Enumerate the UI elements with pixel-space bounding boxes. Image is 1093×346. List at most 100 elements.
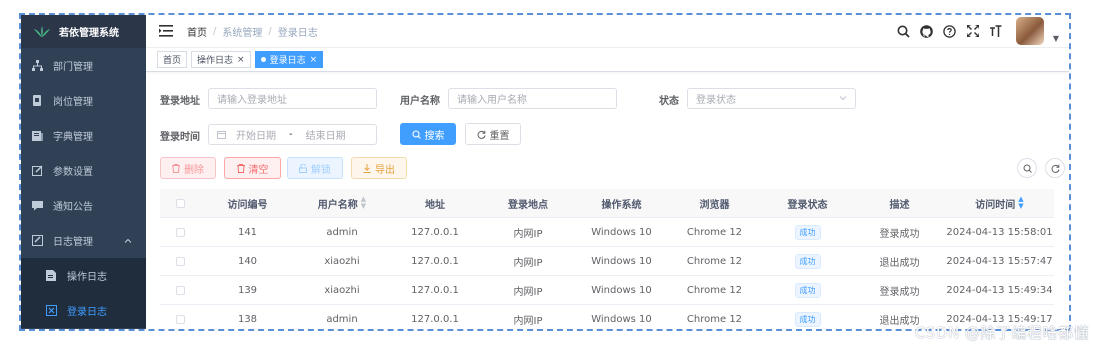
avatar[interactable] bbox=[1015, 17, 1044, 45]
tags-view: 首页 操作日志 × 登录日志 × bbox=[146, 48, 1069, 72]
reset-button[interactable]: 重置 bbox=[465, 123, 521, 145]
export-button[interactable]: 导出 bbox=[351, 157, 407, 179]
breadcrumb-home[interactable]: 首页 bbox=[187, 24, 207, 39]
cell-msg: 登录成功 bbox=[879, 286, 920, 298]
form-icon bbox=[45, 270, 57, 282]
search-button[interactable]: 搜索 bbox=[400, 123, 456, 145]
row-checkbox[interactable] bbox=[175, 256, 185, 266]
search-icon[interactable] bbox=[897, 24, 911, 38]
sidebar-item-label: 岗位管理 bbox=[53, 97, 93, 108]
cell-status: 成功 bbox=[761, 282, 854, 298]
sort-icon[interactable]: ▲ ▼ bbox=[1018, 196, 1023, 210]
cell-status: 成功 bbox=[761, 311, 854, 327]
sidebar-item-post[interactable]: 岗位管理 bbox=[21, 83, 146, 118]
log-icon bbox=[31, 235, 43, 247]
row-checkbox[interactable] bbox=[175, 285, 185, 295]
status-badge: 成功 bbox=[794, 282, 821, 298]
cell-username: xiaozhi bbox=[324, 284, 360, 296]
ipaddr-label: 登录地址 bbox=[160, 96, 200, 107]
col-login-time[interactable]: 访问时间 ▲ ▼ bbox=[945, 196, 1054, 211]
tag-operlog[interactable]: 操作日志 × bbox=[191, 51, 251, 68]
github-icon[interactable] bbox=[920, 24, 934, 38]
hamburger-icon[interactable] bbox=[159, 25, 173, 37]
username-input[interactable]: 请输入用户名称 bbox=[448, 88, 617, 109]
message-icon bbox=[31, 200, 43, 212]
row-checkbox[interactable] bbox=[175, 227, 185, 237]
status-placeholder: 登录状态 bbox=[696, 95, 736, 106]
cell-info-id: 141 bbox=[237, 226, 258, 238]
sort-icon[interactable]: ▲ ▼ bbox=[361, 196, 366, 210]
row-checkbox[interactable] bbox=[175, 314, 185, 324]
end-date-placeholder: 结束日期 bbox=[305, 131, 346, 142]
col-os: 操作系统 bbox=[601, 199, 642, 211]
col-msg: 描述 bbox=[889, 199, 910, 211]
table-row[interactable]: 141 admin 127.0.0.1 内网IP Windows 10 Chro… bbox=[160, 218, 1054, 247]
refresh-icon bbox=[1051, 164, 1060, 173]
table-row[interactable]: 140 xiaozhi 127.0.0.1 内网IP Windows 10 Ch… bbox=[160, 247, 1054, 276]
dict-icon bbox=[31, 130, 43, 142]
tag-label: 首页 bbox=[163, 56, 182, 66]
ipaddr-placeholder: 请输入登录地址 bbox=[217, 95, 287, 106]
toggle-search-button[interactable] bbox=[1017, 158, 1037, 178]
sidebar-item-dict[interactable]: 字典管理 bbox=[21, 118, 146, 153]
sidebar-item-notice[interactable]: 通知公告 bbox=[21, 188, 146, 223]
breadcrumb-current: 登录日志 bbox=[277, 27, 318, 39]
logo-icon bbox=[33, 25, 51, 37]
search-button-label: 搜索 bbox=[424, 130, 445, 142]
cell-status: 成功 bbox=[761, 224, 854, 240]
tag-label: 登录日志 bbox=[269, 56, 306, 66]
start-date-placeholder: 开始日期 bbox=[236, 131, 276, 142]
close-icon[interactable]: × bbox=[310, 55, 318, 65]
ipaddr-input[interactable]: 请输入登录地址 bbox=[208, 88, 377, 109]
search-icon bbox=[1023, 164, 1032, 173]
time-label: 登录时间 bbox=[160, 132, 200, 143]
question-icon[interactable] bbox=[943, 24, 957, 38]
sidebar: 若依管理系统 部门管理 岗位管理 字典管理 参数设置 通知公告 日志管理 操作日… bbox=[21, 15, 146, 329]
clean-button-label: 清空 bbox=[248, 164, 269, 176]
delete-button[interactable]: 删除 bbox=[160, 157, 216, 179]
font-size-icon[interactable] bbox=[989, 24, 1003, 38]
logininfor-table: 访问编号 用户名称 ▲ ▼ 地址 登录地点 操作系统 浏览器 登录状态 描述 访问时… bbox=[160, 189, 1054, 329]
caret-down-icon[interactable]: ▼ bbox=[1053, 34, 1059, 43]
navbar-actions: ▼ bbox=[897, 17, 1069, 45]
sidebar-item-label: 部门管理 bbox=[53, 62, 93, 73]
sidebar-item-label: 参数设置 bbox=[53, 167, 93, 178]
tag-logininfor[interactable]: 登录日志 × bbox=[254, 51, 324, 68]
logininfor-icon bbox=[45, 305, 57, 317]
sidebar-subitem-label: 操作日志 bbox=[67, 272, 107, 283]
sidebar-subitem-operlog[interactable]: 操作日志 bbox=[21, 258, 146, 293]
fullscreen-icon[interactable] bbox=[966, 24, 980, 38]
refresh-button[interactable] bbox=[1045, 158, 1065, 178]
col-ipaddr: 地址 bbox=[425, 199, 445, 211]
sidebar-item-log[interactable]: 日志管理 bbox=[21, 223, 146, 258]
col-login-time-label: 访问时间 bbox=[975, 199, 1016, 211]
breadcrumb-system[interactable]: 系统管理 bbox=[222, 24, 262, 39]
cell-status: 成功 bbox=[761, 253, 854, 269]
trash-icon bbox=[236, 163, 245, 173]
row-select-cell bbox=[160, 227, 200, 237]
status-label: 状态 bbox=[659, 96, 679, 107]
close-icon[interactable]: × bbox=[237, 55, 245, 65]
tag-home[interactable]: 首页 bbox=[157, 51, 188, 68]
col-username[interactable]: 用户名称 ▲ ▼ bbox=[295, 196, 389, 211]
chevron-up-icon bbox=[124, 236, 132, 246]
logo[interactable]: 若依管理系统 bbox=[21, 15, 146, 48]
sidebar-subitem-logininfor[interactable]: 登录日志 bbox=[21, 293, 146, 328]
row-select-cell bbox=[160, 314, 200, 324]
cell-ipaddr: 127.0.0.1 bbox=[411, 313, 459, 325]
select-all-checkbox[interactable] bbox=[175, 198, 185, 208]
table-row[interactable]: 139 xiaozhi 127.0.0.1 内网IP Windows 10 Ch… bbox=[160, 276, 1054, 305]
cell-username: admin bbox=[326, 313, 358, 325]
unlock-button[interactable]: 解锁 bbox=[287, 157, 343, 179]
cell-info-id: 140 bbox=[237, 255, 258, 267]
clean-button[interactable]: 清空 bbox=[224, 157, 281, 179]
sidebar-item-dept[interactable]: 部门管理 bbox=[21, 48, 146, 83]
cell-browser: Chrome 12 bbox=[686, 255, 743, 267]
date-range-picker[interactable]: 开始日期 - 结束日期 bbox=[208, 124, 377, 145]
sidebar-subitem-label: 登录日志 bbox=[67, 307, 107, 318]
sidebar-item-config[interactable]: 参数设置 bbox=[21, 153, 146, 188]
table-header: 访问编号 用户名称 ▲ ▼ 地址 登录地点 操作系统 浏览器 登录状态 描述 访问时… bbox=[160, 189, 1054, 218]
sidebar-item-label: 日志管理 bbox=[53, 237, 93, 248]
status-select[interactable]: 登录状态 bbox=[687, 88, 856, 109]
cell-os: Windows 10 bbox=[591, 226, 652, 238]
